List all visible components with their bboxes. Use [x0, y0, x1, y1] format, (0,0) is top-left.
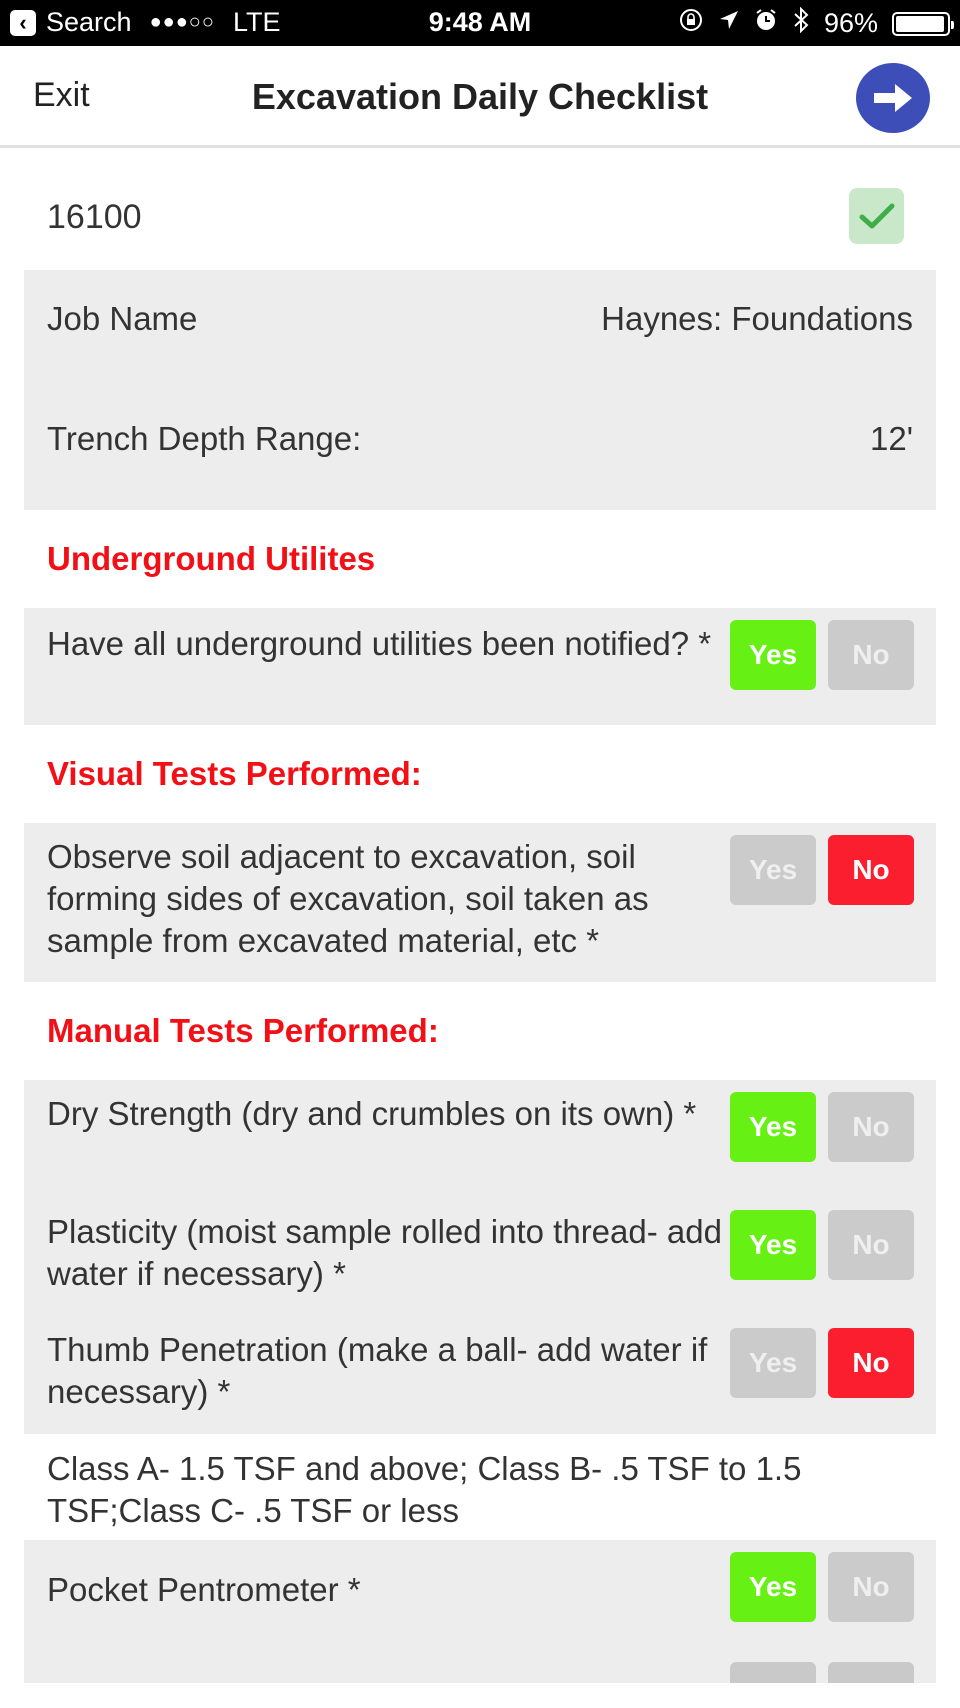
trench-depth-value: 12' — [869, 420, 913, 457]
record-id: 16100 — [47, 198, 142, 236]
yes-no-toggle: Yes No — [730, 620, 914, 690]
question-text-plasticity: Plasticity (moist sample rolled into thr… — [47, 1213, 722, 1292]
yes-button[interactable]: Yes — [730, 1328, 816, 1398]
job-info-panel: Job Name Haynes: Foundations Trench Dept… — [24, 270, 936, 510]
checkmark-icon — [859, 203, 894, 229]
no-button[interactable]: No — [828, 620, 914, 690]
section-title-manual-tests: Manual Tests Performed: — [47, 1012, 439, 1049]
question-text: Have all underground utilities been noti… — [47, 625, 712, 662]
job-name-value: Haynes: Foundations — [601, 300, 913, 337]
yes-button-partial[interactable] — [730, 1662, 816, 1683]
next-button[interactable] — [856, 63, 930, 133]
section-title-visual-tests: Visual Tests Performed: — [47, 755, 422, 792]
question-text-dry-strength: Dry Strength (dry and crumbles on its ow… — [47, 1095, 697, 1132]
yes-no-toggle-plasticity: Yes No — [730, 1210, 914, 1280]
yes-no-toggle-dry-strength: Yes No — [730, 1092, 914, 1162]
location-arrow-icon — [718, 9, 740, 38]
status-bar: ‹ Search ●●●○○ LTE 9:48 AM 96% — [0, 0, 960, 46]
yes-button[interactable]: Yes — [730, 1092, 816, 1162]
question-panel-visual: Observe soil adjacent to excavation, soi… — [24, 823, 936, 982]
job-name-row: Job Name Haynes: Foundations — [47, 300, 913, 338]
record-id-row: 16100 — [24, 160, 936, 270]
battery-icon — [892, 11, 954, 36]
yes-button[interactable]: Yes — [730, 1210, 816, 1280]
yes-no-toggle: Yes No — [730, 835, 914, 905]
no-button[interactable]: No — [828, 1092, 914, 1162]
question-panel-utilities: Have all underground utilities been noti… — [24, 608, 936, 725]
page-title: Excavation Daily Checklist — [251, 76, 709, 117]
question-text-pocket-penetrometer: Pocket Pentrometer * — [47, 1571, 361, 1608]
yes-no-toggle-thumb-penetration: Yes No — [730, 1328, 914, 1398]
trench-depth-label: Trench Depth Range: — [47, 420, 362, 457]
synced-checkbox[interactable] — [849, 188, 904, 244]
section-title-underground-utilities: Underground Utilites — [47, 540, 376, 577]
no-button[interactable]: No — [828, 835, 914, 905]
yes-no-toggle-pocket-penetrometer: Yes No — [730, 1552, 914, 1622]
orientation-lock-icon — [678, 7, 704, 40]
battery-percent: 96% — [823, 8, 878, 38]
no-button[interactable]: No — [828, 1552, 914, 1622]
question-text-thumb-penetration: Thumb Penetration (make a ball- add wate… — [47, 1331, 708, 1410]
no-button[interactable]: No — [828, 1210, 914, 1280]
alarm-icon — [754, 8, 778, 39]
trench-depth-row: Trench Depth Range: 12' — [47, 420, 913, 458]
question-panel-pocket-penetrometer: Pocket Pentrometer * Yes No — [24, 1540, 936, 1683]
job-name-label: Job Name — [47, 300, 198, 337]
yes-button[interactable]: Yes — [730, 1552, 816, 1622]
soil-class-note: Class A- 1.5 TSF and above; Class B- .5 … — [47, 1450, 802, 1529]
question-text: Observe soil adjacent to excavation, soi… — [47, 838, 649, 959]
yes-button[interactable]: Yes — [730, 620, 816, 690]
yes-button[interactable]: Yes — [730, 835, 816, 905]
arrow-right-icon — [874, 84, 912, 112]
yes-no-toggle-partial — [730, 1662, 914, 1683]
no-button-partial[interactable] — [828, 1662, 914, 1683]
nav-header: Exit Excavation Daily Checklist — [0, 46, 960, 148]
question-panel-manual: Dry Strength (dry and crumbles on its ow… — [24, 1080, 936, 1434]
bluetooth-icon — [792, 6, 810, 40]
no-button[interactable]: No — [828, 1328, 914, 1398]
